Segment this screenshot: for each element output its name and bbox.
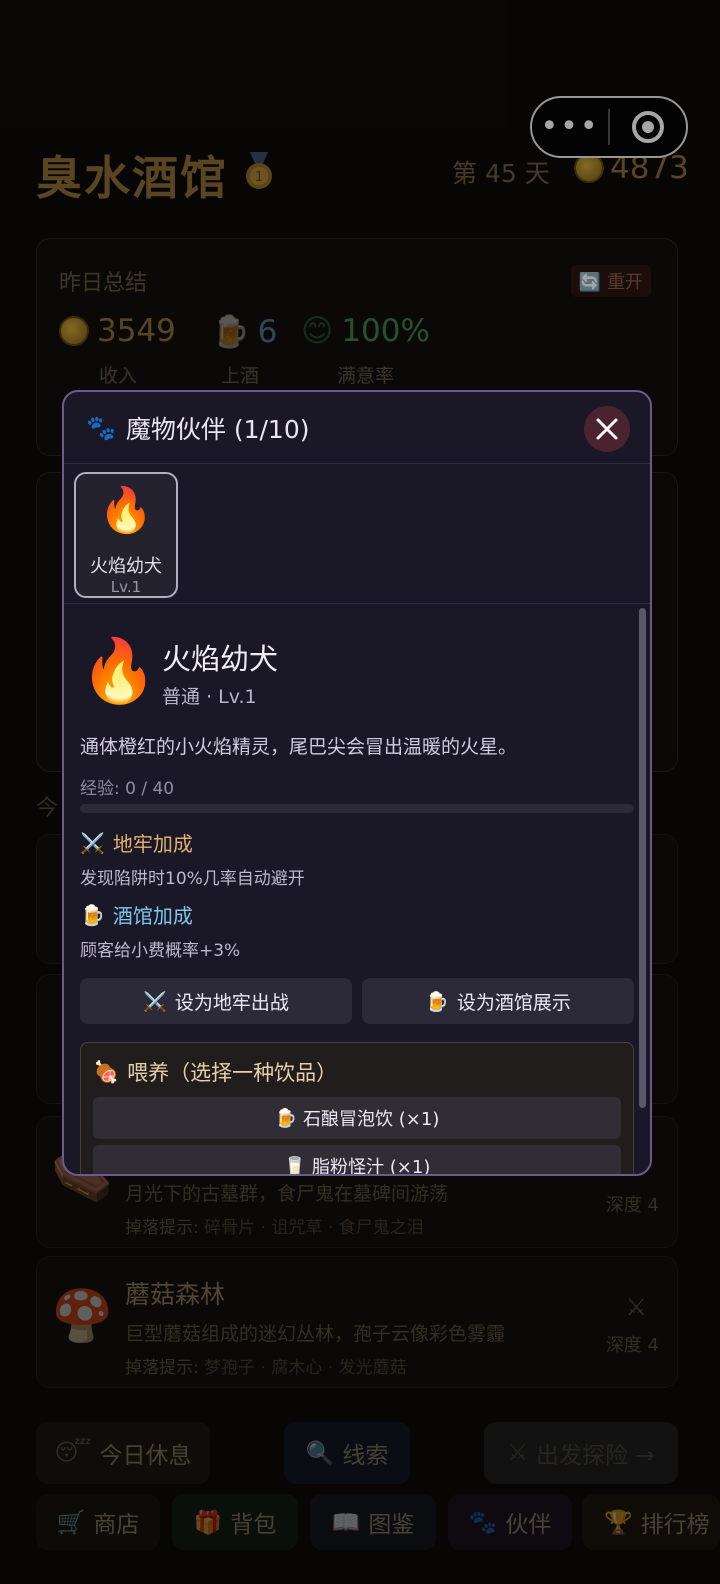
- swords-icon: ⚔️: [143, 990, 167, 1013]
- partner-thumb[interactable]: 🔥 火焰幼犬 Lv.1: [74, 472, 178, 598]
- paw-icon: 🐾: [86, 413, 116, 442]
- beer-icon: 🍺: [80, 902, 105, 927]
- tavern-bonus-title: 🍺 酒馆加成: [80, 902, 193, 929]
- fire-icon: 🔥: [80, 634, 158, 707]
- tavern-bonus-desc: 顾客给小费概率+3%: [80, 941, 241, 961]
- meat-icon: 🍖: [93, 1059, 120, 1084]
- beer-icon: 🍺: [274, 1107, 298, 1129]
- feed-title: 🍖 喂养（选择一种饮品）: [93, 1059, 338, 1086]
- thumb-name: 火焰幼犬: [90, 556, 162, 577]
- drink-option[interactable]: 🥛 脂粉怪汁 (×1): [93, 1145, 621, 1176]
- pet-description: 通体橙红的小火焰精灵，尾巴尖会冒出温暖的火星。: [80, 736, 518, 758]
- dungeon-bonus-desc: 发现陷阱时10%几率自动避开: [80, 869, 305, 889]
- exp-label: 经验: 0 / 40: [80, 779, 175, 799]
- modal-title: 魔物伙伴 (1/10): [125, 414, 310, 444]
- exp-bar: [80, 804, 634, 813]
- thumb-level: Lv.1: [110, 578, 142, 596]
- fire-icon: 🔥: [98, 485, 154, 536]
- set-dungeon-button[interactable]: ⚔️ 设为地牢出战: [80, 978, 352, 1024]
- swords-icon: ⚔️: [80, 830, 105, 855]
- pet-rank: 普通 · Lv.1: [162, 686, 257, 708]
- set-tavern-button[interactable]: 🍺 设为酒馆展示: [362, 978, 634, 1024]
- partner-detail: 🔥 火焰幼犬 普通 · Lv.1 通体橙红的小火焰精灵，尾巴尖会冒出温暖的火星。…: [64, 606, 638, 1176]
- detail-scrollbar[interactable]: [639, 608, 646, 1108]
- close-icon: [596, 418, 618, 440]
- feed-section: 🍖 喂养（选择一种饮品） 🍺 石酿冒泡饮 (×1) 🥛 脂粉怪汁 (×1): [80, 1042, 634, 1176]
- pet-name: 火焰幼犬: [162, 642, 279, 676]
- beer-icon: 🍺: [425, 990, 449, 1013]
- drink-option[interactable]: 🍺 石酿冒泡饮 (×1): [93, 1097, 621, 1139]
- close-button[interactable]: [584, 406, 630, 452]
- dungeon-bonus-title: ⚔️ 地牢加成: [80, 830, 193, 857]
- partner-modal: 🐾 魔物伙伴 (1/10) 🔥 火焰幼犬 Lv.1 🔥 火焰幼犬 普通 · Lv…: [62, 390, 652, 1176]
- milk-icon: 🥛: [283, 1155, 307, 1176]
- modal-header: 🐾 魔物伙伴 (1/10): [64, 392, 650, 464]
